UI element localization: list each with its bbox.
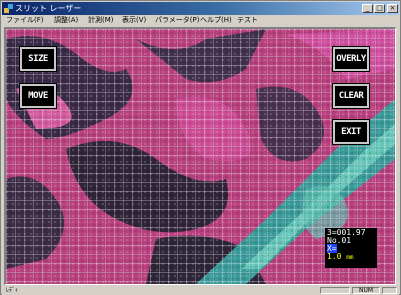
menu-test[interactable]: テスト	[237, 15, 258, 26]
maximize-button[interactable]: □	[374, 4, 385, 13]
exit-button[interactable]: EXIT	[332, 119, 370, 145]
measurement-readout: 3=001.97 No.01 X= 1.0 mm	[325, 228, 377, 268]
menu-adjust[interactable]: 調整(A)	[54, 15, 78, 26]
menu-view[interactable]: 表示(V)	[122, 15, 146, 26]
app-icon	[4, 4, 13, 13]
minimize-button[interactable]: _	[362, 4, 373, 13]
menu-file[interactable]: ファイル(F)	[6, 15, 44, 26]
camera-image-view[interactable]: SIZE MOVE OVERLY CLEAR EXIT 3=001.97 No.…	[4, 27, 396, 285]
status-text: ﾚﾃﾞｨ	[6, 287, 19, 294]
readout-scale-value: 1.0	[327, 252, 342, 261]
overly-button[interactable]: OVERLY	[332, 46, 370, 72]
size-button[interactable]: SIZE	[19, 46, 57, 72]
application-window: スリット レーザー _ □ × ファイル(F) 調整(A) 計測(M) 表示(V…	[0, 0, 401, 295]
title-bar[interactable]: スリット レーザー _ □ ×	[2, 2, 399, 15]
move-button[interactable]: MOVE	[19, 83, 57, 109]
readout-scale-unit: mm	[346, 254, 354, 261]
window-title: スリット レーザー	[15, 4, 82, 13]
status-pane-empty	[320, 287, 350, 294]
status-pane-grip	[382, 287, 397, 294]
close-button[interactable]: ×	[387, 4, 398, 13]
menu-help[interactable]: ヘルプ(H)	[200, 15, 232, 26]
menu-bar: ファイル(F) 調整(A) 計測(M) 表示(V) パラメータ(P) ヘルプ(H…	[2, 15, 399, 26]
num-lock-indicator: NUM	[352, 287, 380, 294]
clear-button[interactable]: CLEAR	[332, 83, 370, 109]
menu-measure[interactable]: 計測(M)	[88, 15, 114, 26]
status-bar: ﾚﾃﾞｨ NUM	[2, 286, 399, 295]
menu-parameter[interactable]: パラメータ(P)	[155, 15, 199, 26]
